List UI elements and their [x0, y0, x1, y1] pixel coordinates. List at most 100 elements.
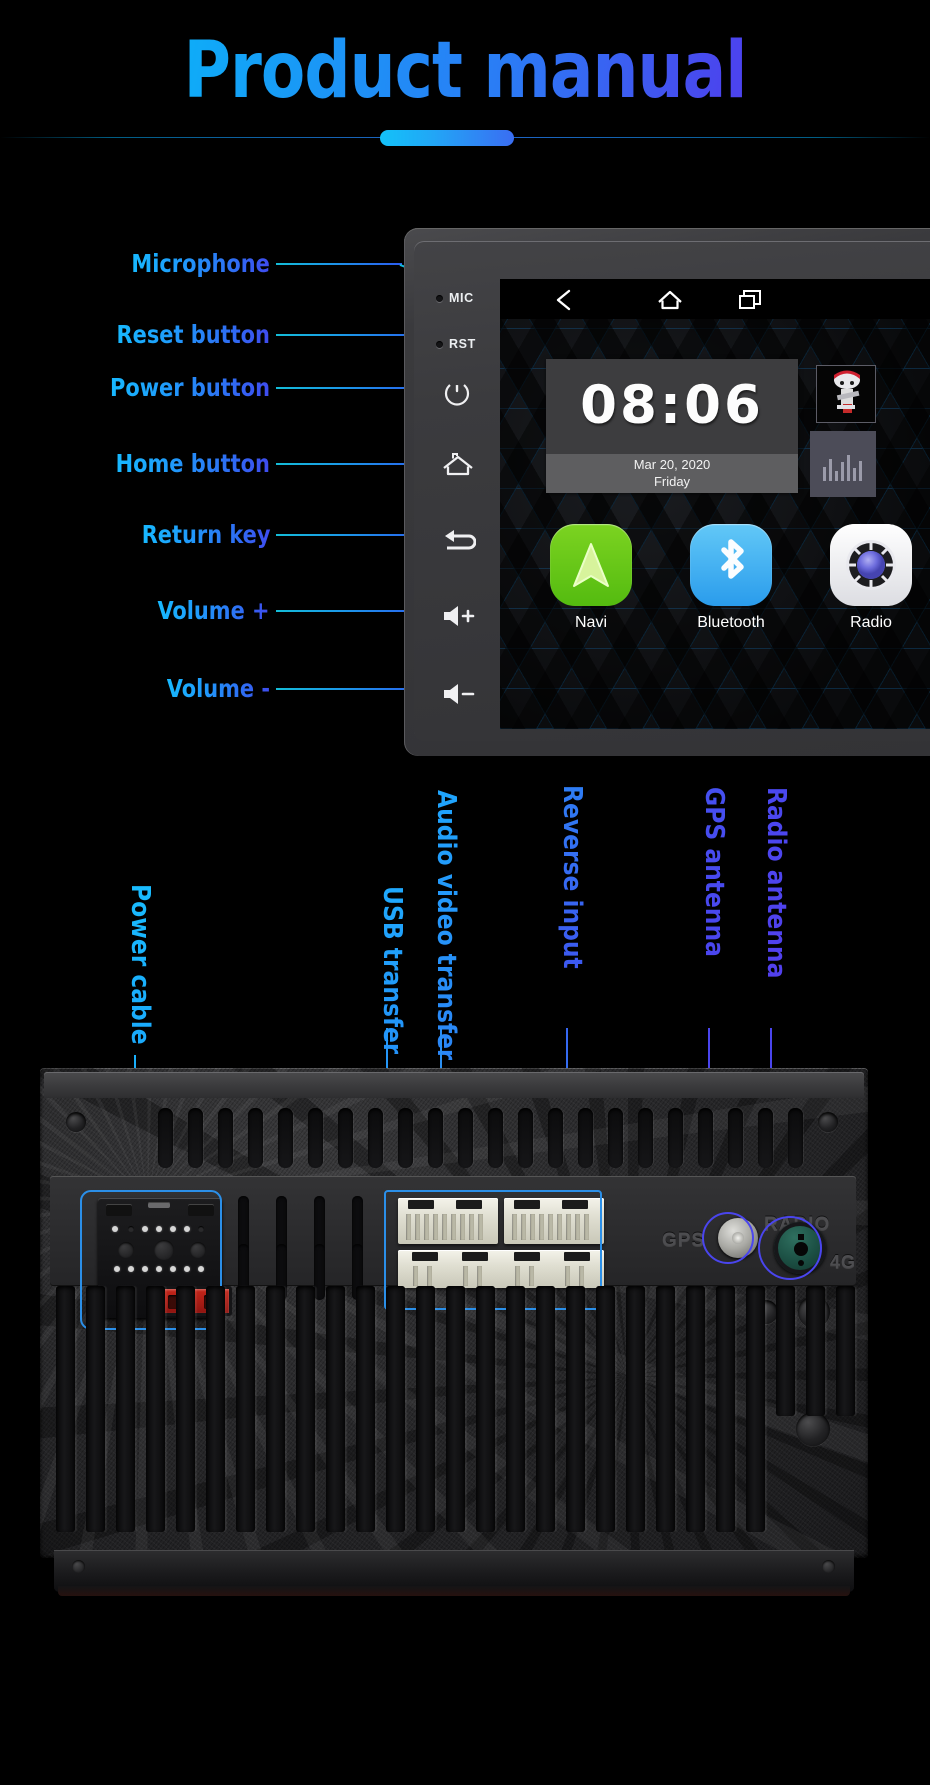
clock-time: 08:06	[580, 375, 764, 436]
app-label-bluetooth: Bluetooth	[697, 614, 765, 631]
callout-power-button: Power button	[0, 371, 270, 405]
back-icon[interactable]	[550, 288, 580, 312]
rear-top-edge	[44, 1072, 864, 1098]
vent-fin	[746, 1286, 765, 1532]
vent-slot	[158, 1108, 173, 1168]
mic-row: MIC	[436, 291, 474, 305]
vent-fin	[146, 1286, 165, 1532]
vent-slot	[278, 1108, 293, 1168]
leader-line-microphone	[276, 263, 402, 265]
clock-date-panel: Mar 20, 2020 Friday	[546, 454, 798, 493]
app-label-navi: Navi	[574, 614, 607, 631]
vent-fin	[686, 1286, 705, 1532]
home-icon[interactable]	[655, 288, 685, 312]
vent-fin	[836, 1286, 855, 1416]
highlight-gps-jack	[702, 1212, 754, 1264]
callout-label: Home button	[116, 447, 270, 481]
callout-label: Radio antenna	[761, 787, 791, 979]
title-divider-pill	[380, 130, 514, 146]
vent-fin	[206, 1286, 225, 1532]
callout-label: Reset button	[117, 318, 270, 352]
vent-slot	[248, 1108, 263, 1168]
callout-volume-down: Volume -	[0, 672, 270, 706]
clock-day: Friday	[653, 474, 691, 489]
vent-slot	[308, 1108, 323, 1168]
page-title: Product manual	[37, 28, 893, 114]
callout-label: Volume -	[167, 672, 270, 706]
lte-emboss-label: 4G	[830, 1252, 857, 1272]
callout-label: Microphone	[132, 247, 270, 281]
rear-panel-section: Power cable USB transfer Audio video tra…	[0, 780, 930, 1633]
mic-label: MIC	[449, 291, 474, 305]
callout-label: Power button	[110, 371, 270, 405]
power-icon[interactable]	[440, 375, 480, 409]
callout-label: USB transfer	[377, 886, 407, 1055]
vent-slot	[578, 1108, 593, 1168]
vent-fin	[266, 1286, 285, 1532]
recents-icon[interactable]	[735, 288, 765, 312]
callout-volume-up: Volume +	[0, 594, 270, 628]
button-rail: MIC RST	[430, 263, 492, 725]
screw-hole	[66, 1112, 86, 1132]
title-block: Product manual	[0, 0, 930, 160]
screw-hole	[822, 1560, 835, 1573]
music-visualizer-widget[interactable]	[810, 431, 876, 497]
vent-slot	[668, 1108, 683, 1168]
vent-fin	[506, 1286, 525, 1532]
android-navigation-bar	[500, 279, 930, 319]
vent-slot	[698, 1108, 713, 1168]
touchscreen[interactable]: 08:06 Mar 20, 2020 Friday Navi Bluetooth…	[500, 279, 930, 729]
app-icon-bluetooth[interactable]	[690, 524, 772, 606]
eq-bar	[853, 468, 856, 481]
callout-label: Audio video transfer	[431, 790, 461, 1061]
vent-fin	[536, 1286, 555, 1532]
callout-label: GPS antenna	[699, 787, 729, 957]
vent-fin	[326, 1286, 345, 1532]
reset-row[interactable]: RST	[436, 337, 476, 351]
gps-emboss-label: GPS	[662, 1230, 706, 1251]
vent-fin	[716, 1286, 735, 1532]
reset-label: RST	[449, 337, 476, 351]
front-panel-section: Microphone Reset button Power button Hom…	[0, 160, 930, 780]
clock-date: Mar 20, 2020	[633, 457, 711, 472]
vent-fin	[356, 1286, 375, 1532]
vent-slot	[638, 1108, 653, 1168]
vent-fin	[806, 1286, 825, 1416]
vent-slot	[428, 1108, 443, 1168]
volume-up-icon[interactable]	[440, 603, 486, 637]
clock-widget[interactable]: 08:06 Mar 20, 2020 Friday	[546, 359, 798, 493]
eq-bar	[841, 462, 844, 481]
return-icon[interactable]	[440, 527, 480, 561]
rear-chassis: GPS RADIO 4G	[40, 1068, 868, 1558]
callout-label: Volume +	[158, 594, 270, 628]
vent-fin	[56, 1286, 75, 1532]
volume-down-icon[interactable]	[440, 681, 486, 715]
vent-fin	[656, 1286, 675, 1532]
vent-slot	[608, 1108, 623, 1168]
rear-bottom-lip	[58, 1586, 850, 1596]
callout-power-cable: Power cable	[125, 884, 287, 1045]
vent-fin	[446, 1286, 465, 1532]
album-art-widget[interactable]	[816, 365, 876, 423]
vent-fin	[236, 1286, 255, 1532]
eq-bar	[829, 459, 832, 481]
vent-slot	[398, 1108, 413, 1168]
callout-label: Return key	[141, 518, 270, 552]
eq-bar	[823, 467, 826, 481]
vent-slot	[188, 1108, 203, 1168]
highlight-radio-jack	[758, 1216, 822, 1280]
screw-hole	[72, 1560, 85, 1573]
vent-fin	[86, 1286, 105, 1532]
vent-fin	[296, 1286, 315, 1532]
screw-hole	[818, 1112, 838, 1132]
vent-slot	[338, 1108, 353, 1168]
vent-fin	[176, 1286, 195, 1532]
vent-slot	[788, 1108, 803, 1168]
vent-slot	[758, 1108, 773, 1168]
home-icon[interactable]	[440, 451, 480, 485]
head-unit-bezel: MIC RST 08:06 Mar 20, 2020 Friday Navi B…	[414, 241, 930, 741]
app-icon-navi[interactable]	[550, 524, 632, 606]
vent-slot	[728, 1108, 743, 1168]
app-icon-radio[interactable]	[830, 524, 912, 606]
reset-pinhole-icon[interactable]	[436, 340, 443, 348]
